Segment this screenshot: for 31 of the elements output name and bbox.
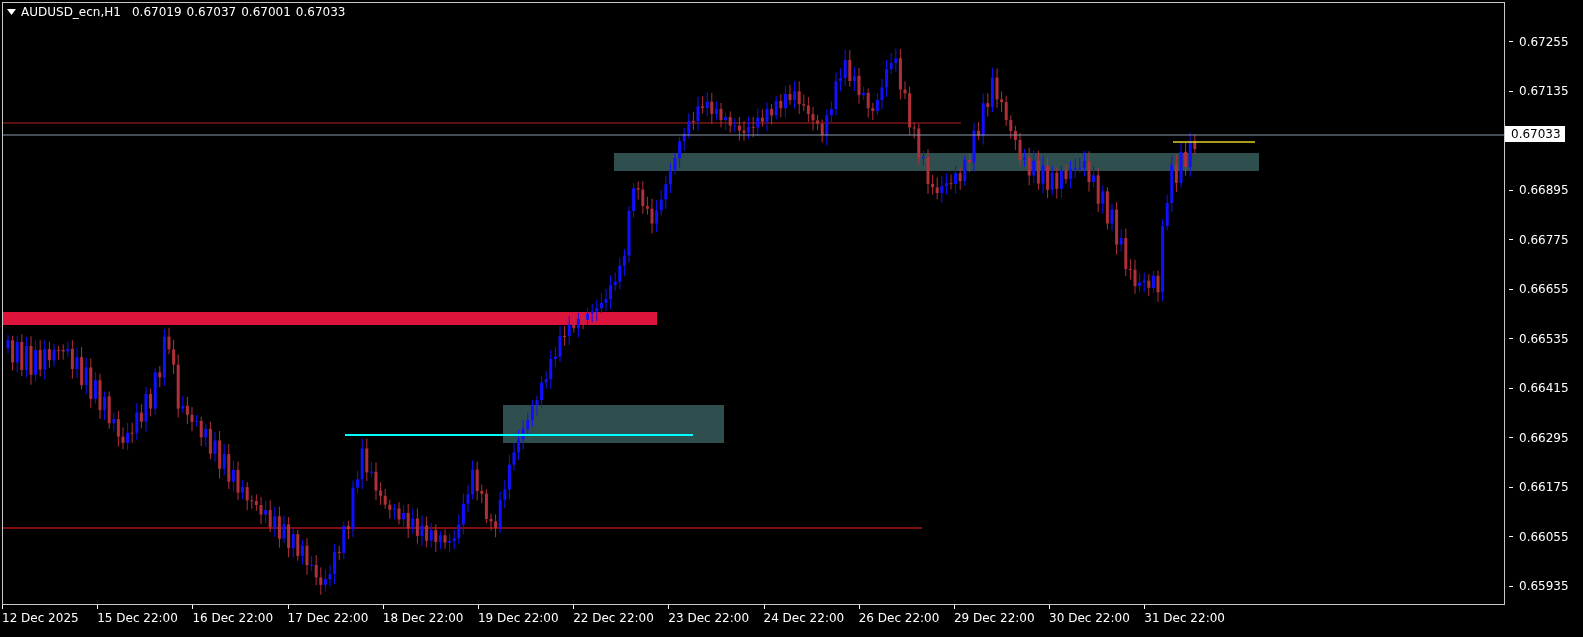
price-label: 0.65935 bbox=[1519, 579, 1569, 593]
time-label: 29 Dec 22:00 bbox=[953, 611, 1036, 625]
price-label: 0.67135 bbox=[1519, 84, 1569, 98]
time-label: 12 Dec 2025 bbox=[2, 611, 80, 625]
price-label: 0.66175 bbox=[1519, 480, 1569, 494]
time-label: 22 Dec 22:00 bbox=[573, 611, 655, 625]
low-price: 0.67001 bbox=[241, 5, 291, 19]
time-label: 24 Dec 22:00 bbox=[763, 611, 846, 625]
price-label: 0.66055 bbox=[1519, 529, 1569, 544]
time-label: 19 Dec 22:00 bbox=[477, 611, 560, 625]
high-price: 0.67037 bbox=[186, 5, 237, 19]
time-label: 26 Dec 22:00 bbox=[858, 611, 941, 625]
time-label: 31 Dec 22:00 bbox=[1144, 611, 1226, 625]
symbol-title: AUDUSD_ecn,H1 bbox=[21, 5, 121, 19]
price-label: 0.67255 bbox=[1519, 34, 1569, 49]
price-label: 0.66655 bbox=[1519, 282, 1569, 296]
price-label: 0.66415 bbox=[1519, 381, 1569, 395]
price-label: 0.66895 bbox=[1519, 183, 1569, 197]
time-label: 30 Dec 22:00 bbox=[1049, 611, 1131, 625]
time-label: 16 Dec 22:00 bbox=[192, 611, 275, 625]
price-label: 0.66775 bbox=[1519, 232, 1569, 247]
time-label: 17 Dec 22:00 bbox=[287, 611, 370, 625]
current-price-label: 0.67033 bbox=[1505, 125, 1565, 142]
open-price: 0.67019 bbox=[131, 5, 182, 19]
price-label: 0.66295 bbox=[1519, 430, 1569, 445]
dropdown-icon[interactable] bbox=[7, 9, 16, 15]
time-label: 18 Dec 22:00 bbox=[382, 611, 465, 625]
close-price: 0.67033 bbox=[295, 5, 346, 19]
price-label: 0.66535 bbox=[1519, 331, 1569, 346]
time-label: 15 Dec 22:00 bbox=[97, 611, 179, 625]
time-label: 23 Dec 22:00 bbox=[668, 611, 750, 625]
